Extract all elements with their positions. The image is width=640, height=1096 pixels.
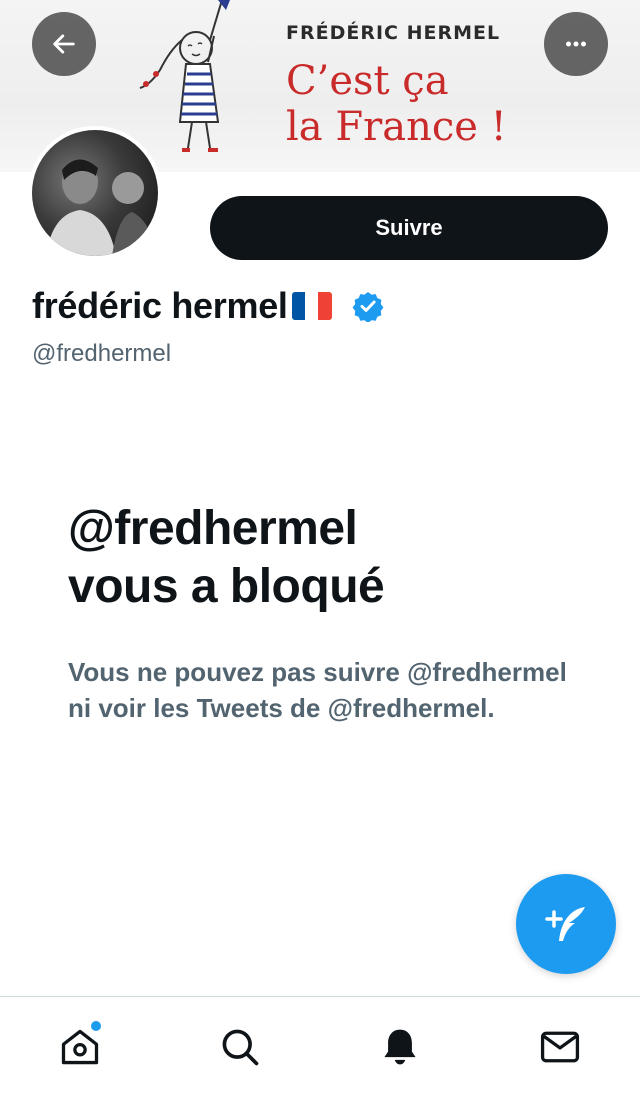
- compose-tweet-button[interactable]: [516, 874, 616, 974]
- banner-author: FRÉDÉRIC HERMEL: [286, 22, 501, 44]
- mail-icon: [540, 1031, 580, 1063]
- blocked-description: Vous ne pouvez pas suivre @fredhermel ni…: [68, 657, 567, 723]
- blocked-title-line1: @fredhermel: [68, 502, 358, 555]
- french-flag-icon: [291, 292, 332, 320]
- home-notification-dot: [89, 1019, 103, 1033]
- profile-name-row: frédéric hermel: [32, 284, 384, 328]
- avatar[interactable]: [28, 126, 162, 260]
- banner-title-line2: la France !: [286, 104, 507, 150]
- search-icon: [222, 1029, 259, 1066]
- tab-notifications[interactable]: [376, 1023, 424, 1071]
- verified-badge-icon[interactable]: [352, 290, 384, 322]
- tab-messages[interactable]: [536, 1023, 584, 1071]
- profile-handle: @fredhermel: [32, 340, 172, 367]
- banner-title-line1: C’est ça: [286, 58, 449, 104]
- more-horizontal-icon: [566, 41, 586, 47]
- bell-icon: [384, 1029, 416, 1065]
- tab-search[interactable]: [216, 1023, 264, 1071]
- banner-illustration: [139, 0, 230, 152]
- blocked-title: @fredhermel vous a bloqué: [68, 500, 588, 616]
- arrow-left-icon: [53, 34, 75, 54]
- bottom-tab-bar: [0, 996, 640, 1096]
- avatar-photo: [32, 130, 158, 256]
- blocked-title-line2: vous a bloqué: [68, 560, 385, 613]
- follow-button[interactable]: Suivre: [210, 196, 608, 260]
- banner-title: C’est ça la France !: [286, 58, 507, 150]
- more-options-button[interactable]: [544, 12, 608, 76]
- avatar-illustration: [46, 159, 158, 256]
- back-button[interactable]: [32, 12, 96, 76]
- compose-feather-icon: [545, 907, 585, 941]
- tab-home[interactable]: [56, 1019, 104, 1071]
- display-name: frédéric hermel: [32, 285, 288, 326]
